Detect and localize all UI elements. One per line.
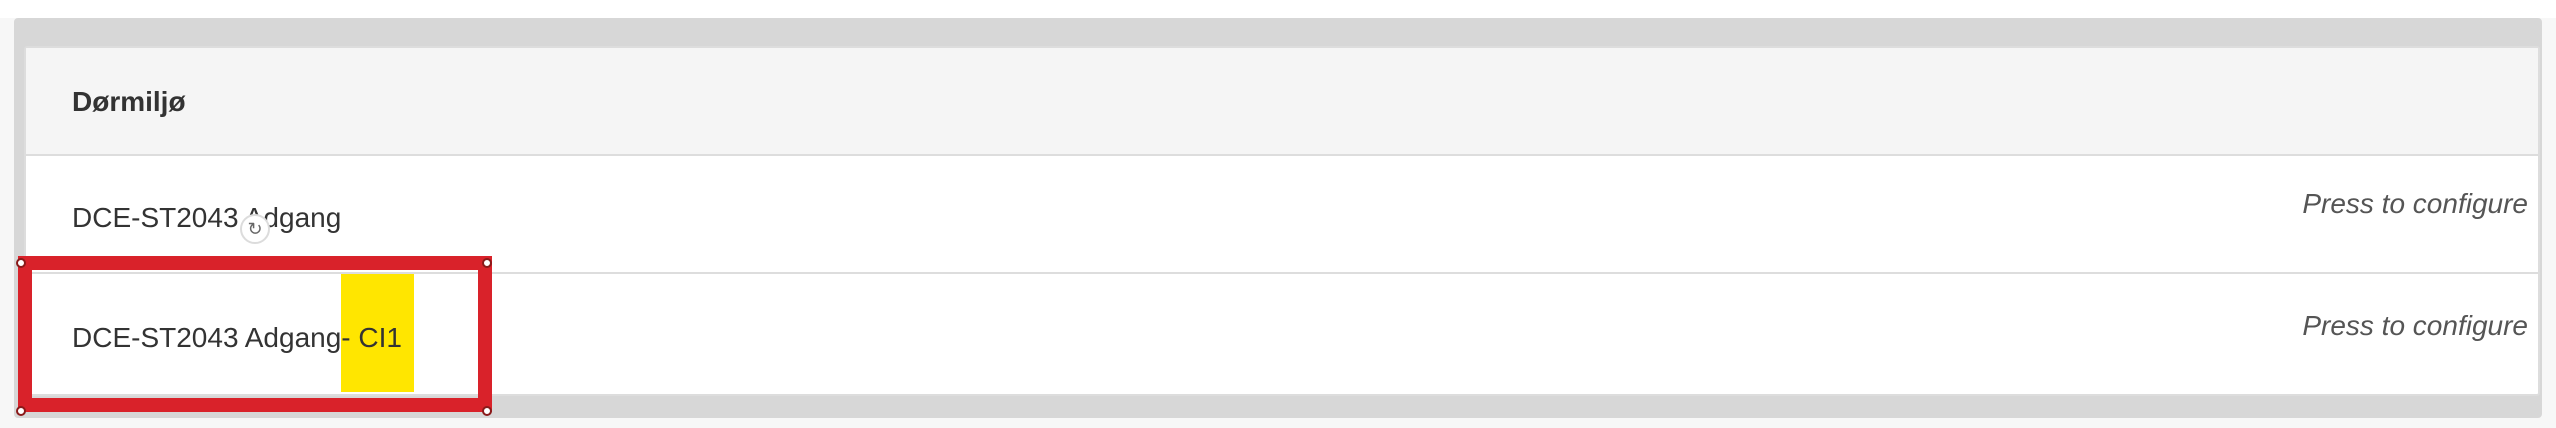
panel-header: Dørmiljø xyxy=(26,48,2538,156)
panel-title: Dørmiljø xyxy=(72,86,186,117)
row-label: DCE-ST2043 Adgang xyxy=(72,202,342,233)
row-label: DCE-ST2043 Adgang - CI1 xyxy=(72,274,414,392)
configure-hint: Press to configure xyxy=(2302,310,2528,341)
row-label-main: DCE-ST2043 Adgang xyxy=(72,322,342,353)
configure-hint: Press to configure xyxy=(2302,188,2528,219)
list-item-dce-st2043-adgang[interactable]: DCE-ST2043 Adgang Press to configure xyxy=(26,156,2538,274)
door-environment-panel: Dørmiljø DCE-ST2043 Adgang Press to conf… xyxy=(24,46,2540,396)
row-label-highlight: - CI1 xyxy=(341,274,414,392)
annotation-handle[interactable] xyxy=(16,258,26,268)
list-item-dce-st2043-adgang-ci1[interactable]: DCE-ST2043 Adgang - CI1 Press to configu… xyxy=(26,274,2538,392)
top-strip xyxy=(0,0,2556,18)
annotation-handle[interactable] xyxy=(16,406,26,416)
annotation-handle[interactable] xyxy=(482,406,492,416)
annotation-handle[interactable] xyxy=(482,258,492,268)
loading-cursor-icon: ↻ xyxy=(240,214,270,244)
